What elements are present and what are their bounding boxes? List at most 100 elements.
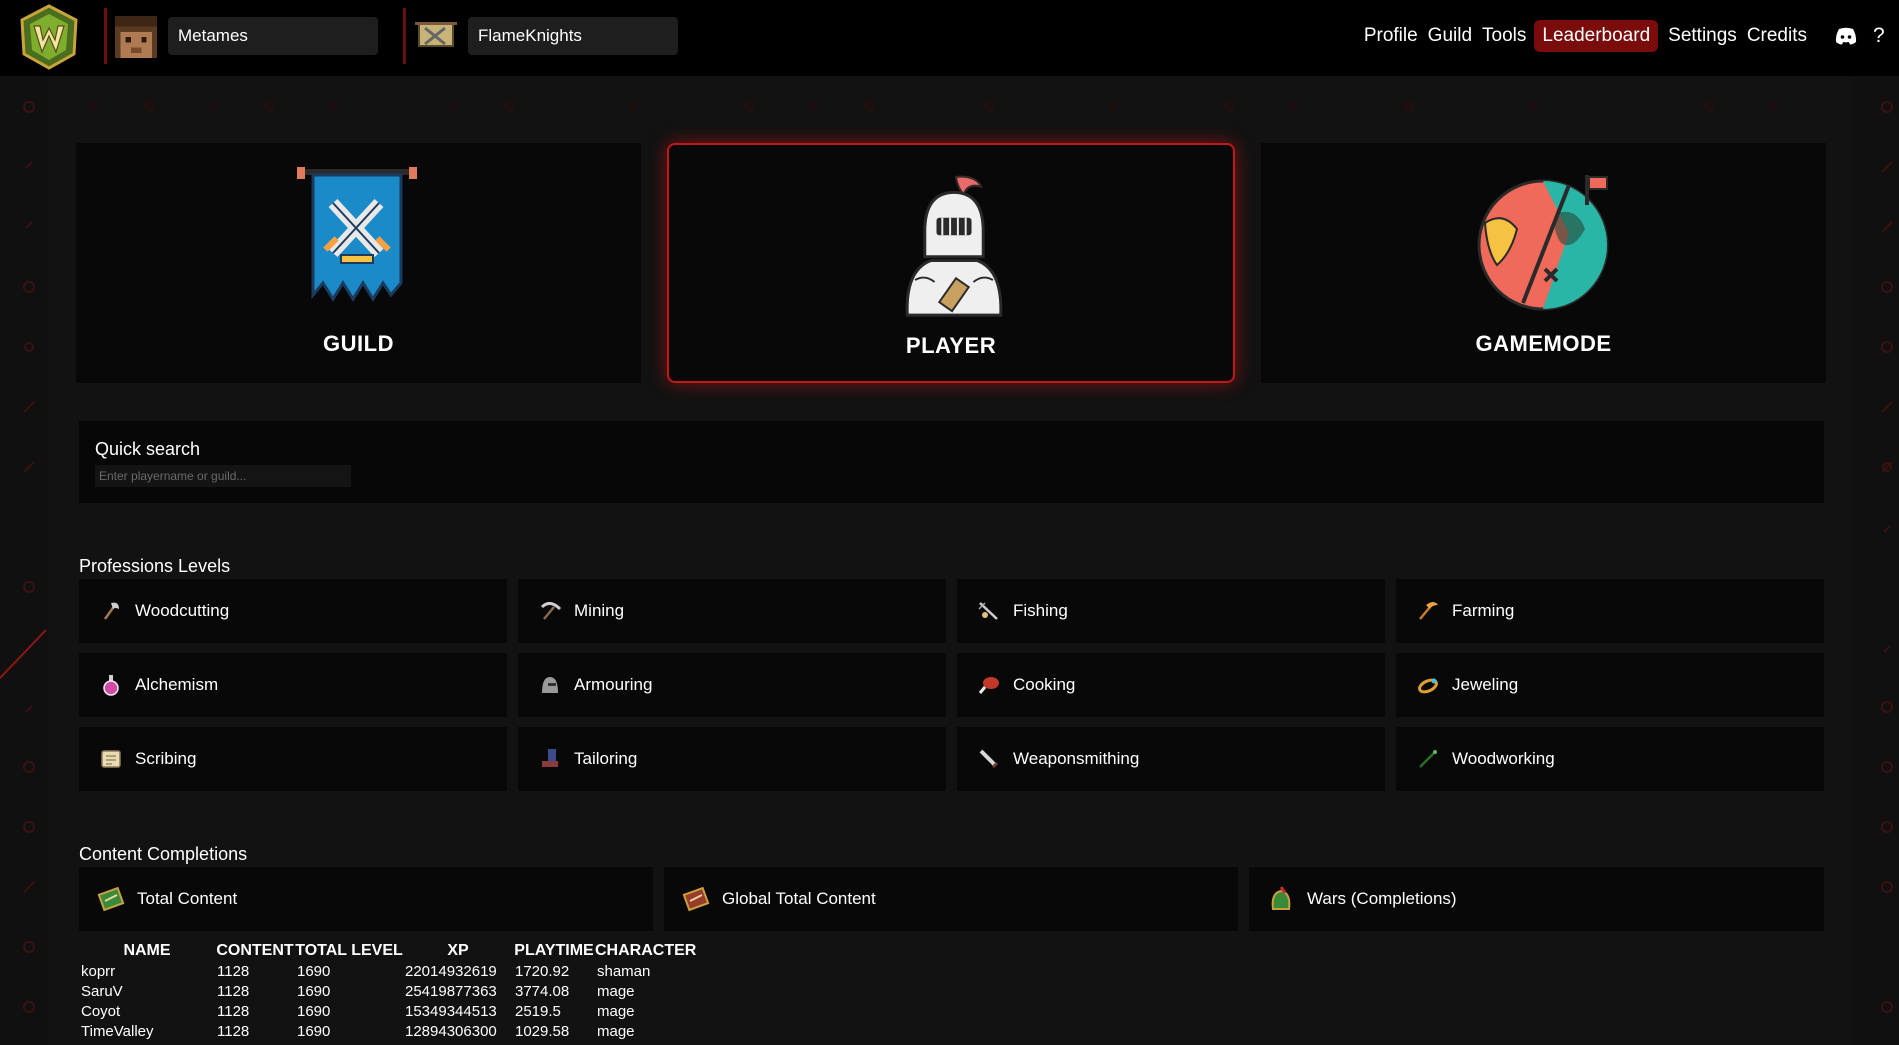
profession-card-weaponsmithing[interactable]: Weaponsmithing <box>957 727 1385 791</box>
table-row[interactable]: TimeValley 1128 1690 12894306300 1029.58… <box>79 1021 696 1041</box>
war-helmet-icon <box>1271 886 1291 910</box>
nav-divider <box>403 8 406 64</box>
profession-label: Cooking <box>1013 675 1076 694</box>
category-card-guild[interactable]: GUILD <box>76 143 641 383</box>
quick-search-panel: Quick search <box>79 421 1824 503</box>
nav-divider <box>104 8 107 64</box>
profession-label: Armouring <box>574 675 653 694</box>
profession-card-woodcutting[interactable]: Woodcutting <box>79 579 507 643</box>
cell-playtime: 3774.08 <box>515 982 570 1000</box>
content-card-total[interactable]: Total Content <box>79 867 653 931</box>
table-row[interactable]: koprr 1128 1690 22014932619 1720.92 sham… <box>79 961 696 981</box>
quick-search-title: Quick search <box>95 439 201 459</box>
cell-playtime: 1720.92 <box>515 962 570 980</box>
guild-input[interactable] <box>468 17 678 55</box>
profession-label: Fishing <box>1013 601 1068 620</box>
profession-card-scribing[interactable]: Scribing <box>79 727 507 791</box>
cell-name: koprr <box>81 962 116 980</box>
player-input[interactable] <box>168 17 378 55</box>
nav-link-credits[interactable]: Credits <box>1743 20 1811 52</box>
profession-label: Tailoring <box>574 749 638 768</box>
cell-xp: 25419877363 <box>405 982 497 1000</box>
nav-links: Profile Guild Tools Leaderboard Settings… <box>1358 20 1811 52</box>
profession-card-armouring[interactable]: Armouring <box>518 653 946 717</box>
scroll-icon <box>101 750 121 768</box>
category-label: GAMEMODE <box>1475 331 1612 356</box>
top-navbar: Profile Guild Tools Leaderboard Settings… <box>0 0 1899 76</box>
content-card-global-total[interactable]: Global Total Content <box>664 867 1238 931</box>
cell-xp: 12894306300 <box>405 1022 497 1040</box>
column-header-playtime[interactable]: PLAYTIME <box>513 941 595 961</box>
nav-link-profile[interactable]: Profile <box>1360 20 1422 52</box>
table-row[interactable]: SaruV 1128 1690 25419877363 3774.08 mage <box>79 981 696 1001</box>
cell-name: TimeValley <box>81 1022 154 1040</box>
player-avatar[interactable] <box>115 14 157 60</box>
professions-title: Professions Levels <box>79 556 231 576</box>
column-header-xp[interactable]: XP <box>403 941 513 961</box>
column-header-content[interactable]: CONTENT <box>215 941 295 961</box>
discord-icon[interactable] <box>1835 27 1857 45</box>
cell-character: mage <box>597 1002 635 1020</box>
cell-content: 1128 <box>217 1022 250 1040</box>
column-header-character[interactable]: CHARACTER <box>595 941 696 961</box>
meat-icon <box>978 677 999 694</box>
table-row[interactable]: Coyot 1128 1690 15349344513 2519.5 mage <box>79 1001 696 1021</box>
content-completions-title: Content Completions <box>79 844 248 864</box>
nav-link-leaderboard[interactable]: Leaderboard <box>1534 20 1659 52</box>
table-header-row: NAME CONTENT TOTAL LEVEL XP PLAYTIME CHA… <box>79 941 696 961</box>
profession-card-mining[interactable]: Mining <box>518 579 946 643</box>
nav-link-tools[interactable]: Tools <box>1478 20 1530 52</box>
profession-label: Woodworking <box>1452 749 1555 768</box>
helmet-icon <box>542 677 558 693</box>
boots-icon <box>542 749 558 767</box>
profession-label: Woodcutting <box>135 601 230 620</box>
cell-xp: 15349344513 <box>405 1002 497 1020</box>
profession-label: Farming <box>1452 601 1515 620</box>
column-header-name[interactable]: NAME <box>79 941 215 961</box>
help-link[interactable]: ? <box>1873 24 1885 48</box>
profession-label: Mining <box>574 601 625 620</box>
wynn-logo-icon[interactable] <box>18 4 80 70</box>
cell-character: mage <box>597 982 635 1000</box>
guild-banner-icon[interactable] <box>413 18 459 56</box>
profession-card-farming[interactable]: Farming <box>1396 579 1824 643</box>
cell-playtime: 1029.58 <box>515 1022 570 1040</box>
cell-total-level: 1690 <box>297 1022 331 1040</box>
book-icon <box>682 886 710 912</box>
profession-card-tailoring[interactable]: Tailoring <box>518 727 946 791</box>
ring-icon <box>1418 678 1438 694</box>
profession-card-alchemism[interactable]: Alchemism <box>79 653 507 717</box>
profession-label: Scribing <box>135 749 197 768</box>
left-side-panel <box>0 76 48 1045</box>
nav-link-guild[interactable]: Guild <box>1424 20 1476 52</box>
category-card-player[interactable]: PLAYER <box>667 143 1235 383</box>
category-card-gamemode[interactable]: GAMEMODE <box>1261 143 1826 383</box>
leaderboard-table: NAME CONTENT TOTAL LEVEL XP PLAYTIME CHA… <box>79 941 696 1041</box>
cell-character: mage <box>597 1022 635 1040</box>
content-card-wars[interactable]: Wars (Completions) <box>1249 867 1824 931</box>
cell-playtime: 2519.5 <box>515 1002 561 1020</box>
quick-search-input[interactable] <box>95 465 351 487</box>
pickaxe-icon <box>540 602 562 620</box>
nav-link-settings[interactable]: Settings <box>1664 20 1741 52</box>
cell-name: Coyot <box>81 1002 121 1020</box>
cell-name: SaruV <box>81 982 123 1000</box>
content-label: Global Total Content <box>722 889 876 908</box>
cell-content: 1128 <box>217 1002 250 1020</box>
cell-total-level: 1690 <box>297 962 331 980</box>
profession-card-woodworking[interactable]: Woodworking <box>1396 727 1824 791</box>
profession-label: Weaponsmithing <box>1013 749 1140 768</box>
wand-icon <box>1419 750 1437 768</box>
cell-content: 1128 <box>217 962 250 980</box>
cell-total-level: 1690 <box>297 1002 331 1020</box>
cell-character: shaman <box>597 962 651 980</box>
column-header-total-level[interactable]: TOTAL LEVEL <box>295 941 403 961</box>
dagger-icon <box>979 749 999 769</box>
knight-icon <box>905 175 1003 317</box>
profession-card-fishing[interactable]: Fishing <box>957 579 1385 643</box>
content-label: Wars (Completions) <box>1307 889 1457 908</box>
profession-label: Alchemism <box>135 675 219 694</box>
profession-card-cooking[interactable]: Cooking <box>957 653 1385 717</box>
right-side-panel <box>1851 76 1899 1045</box>
profession-card-jeweling[interactable]: Jeweling <box>1396 653 1824 717</box>
